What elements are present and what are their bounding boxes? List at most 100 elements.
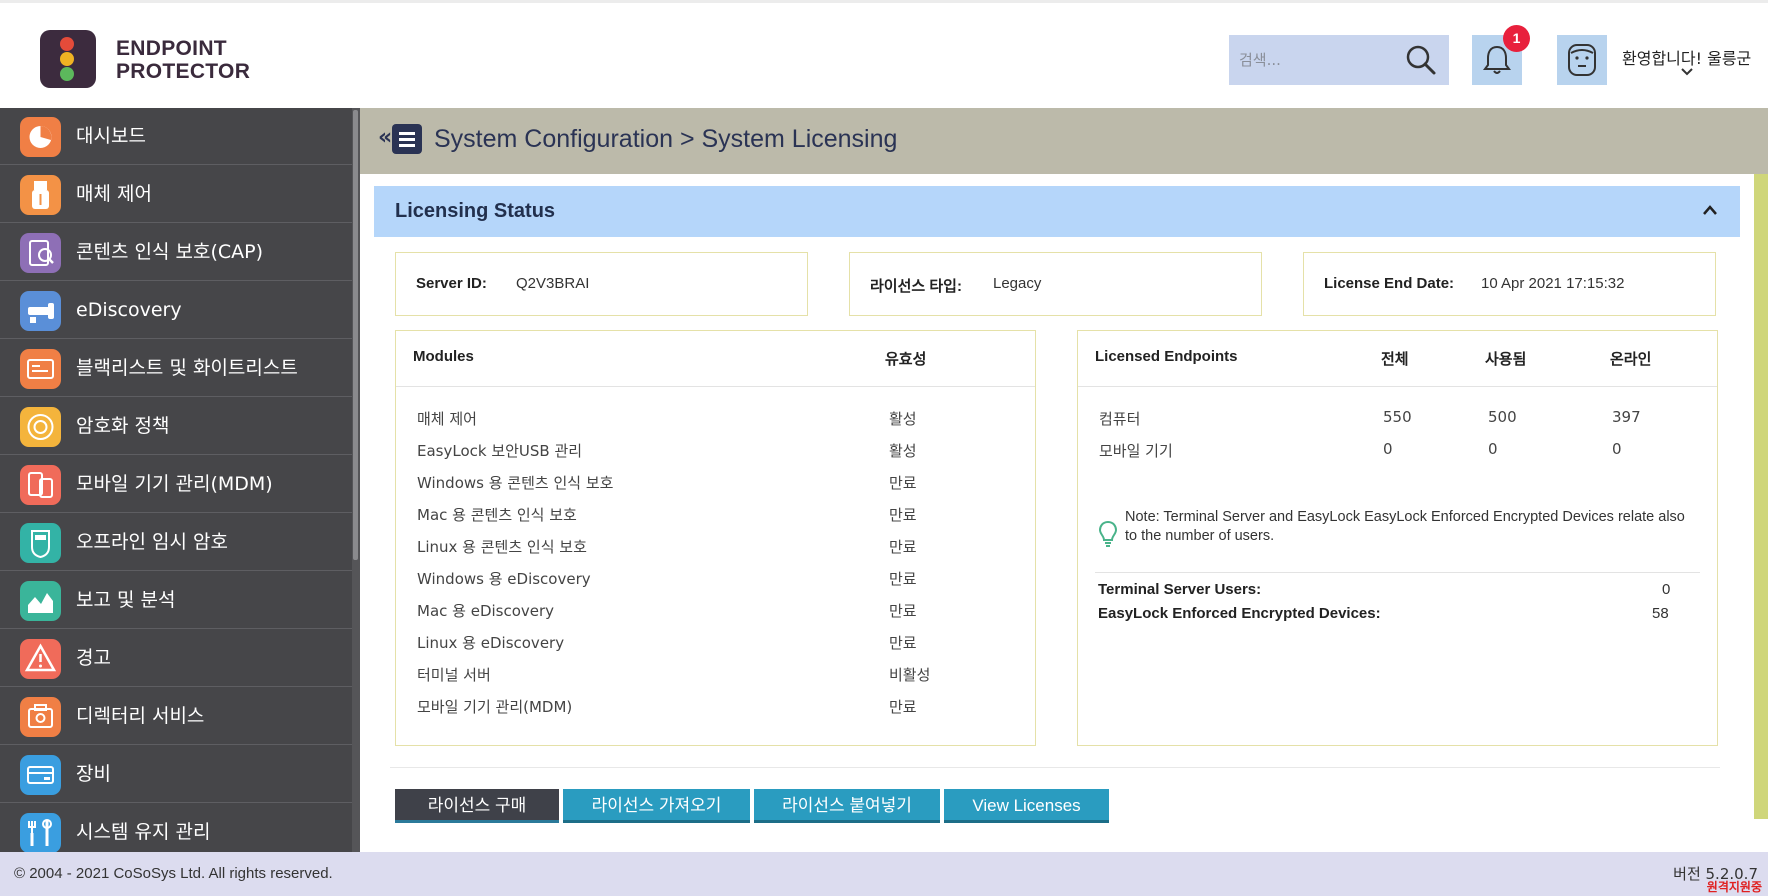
- offline-password-icon: [20, 523, 61, 563]
- module-status: 만료: [889, 570, 917, 588]
- sidebar-item-label: 오프라인 임시 암호: [76, 531, 228, 553]
- ediscovery-icon: [20, 291, 61, 331]
- module-status: 활성: [889, 410, 917, 428]
- sidebar-item-ediscovery[interactable]: eDiscovery: [0, 282, 352, 339]
- sidebar-item-label: 콘텐츠 인식 보호(CAP): [76, 241, 263, 263]
- directory-icon: [20, 697, 61, 737]
- sidebar-item-appliance[interactable]: 장비: [0, 746, 352, 803]
- chevron-down-icon[interactable]: [1680, 67, 1694, 77]
- endpoints-note: Note: Terminal Server and EasyLock EasyL…: [1125, 509, 1685, 544]
- encryption-icon: [20, 407, 61, 447]
- sidebar-item-device-control[interactable]: 매체 제어: [0, 166, 352, 223]
- sidebar-item-label: 디렉터리 서비스: [76, 705, 205, 727]
- license-end-date-label: License End Date:: [1324, 275, 1455, 292]
- search-input[interactable]: [1239, 43, 1399, 77]
- sidebar-nav: 대시보드 매체 제어 콘텐츠 인식 보호(CAP) eDiscovery 블랙리…: [0, 108, 352, 861]
- panel-title: Licensing Status: [395, 200, 556, 222]
- server-id-box: Server ID: Q2V3BRAI: [395, 252, 808, 316]
- import-license-button[interactable]: 라이선스 가져오기: [563, 789, 750, 823]
- endpoint-online: 397: [1612, 408, 1641, 426]
- sidebar-item-label: 보고 및 분석: [76, 589, 176, 611]
- brand-line-1: ENDPOINT: [116, 37, 227, 60]
- blacklist-icon: [20, 349, 61, 389]
- buy-license-button[interactable]: 라이선스 구매: [395, 789, 559, 823]
- license-end-date-box: License End Date: 10 Apr 2021 17:15:32: [1303, 252, 1716, 316]
- notification-count-badge: 1: [1503, 25, 1530, 52]
- endpoint-type: 모바일 기기: [1099, 442, 1173, 460]
- module-name: Linux 용 콘텐츠 인식 보호: [417, 538, 587, 556]
- easylock-devices-label: EasyLock Enforced Encrypted Devices:: [1098, 605, 1381, 622]
- logo-red-dot: [60, 37, 74, 51]
- module-name: 터미널 서버: [417, 666, 491, 684]
- chevron-up-icon[interactable]: [1702, 204, 1718, 216]
- content-scrollbar[interactable]: [1754, 174, 1768, 819]
- logo-yellow-dot: [60, 52, 74, 66]
- collapse-sidebar-button[interactable]: «: [378, 125, 392, 150]
- endpoint-protector-logo-icon[interactable]: [40, 30, 96, 88]
- module-name: 매체 제어: [417, 410, 477, 428]
- table-header-divider: [1078, 386, 1717, 387]
- brand-name[interactable]: ENDPOINT PROTECTOR: [116, 37, 250, 83]
- module-status: 만료: [889, 602, 917, 620]
- module-name: Mac 용 콘텐츠 인식 보호: [417, 506, 577, 524]
- validity-column-header: 유효성: [885, 351, 927, 368]
- sidebar-item-content-aware-protection[interactable]: 콘텐츠 인식 보호(CAP): [0, 224, 352, 281]
- breadcrumb: « System Configuration > System Licensin…: [360, 108, 1768, 174]
- appliance-icon: [20, 755, 61, 795]
- alert-icon: [20, 639, 61, 679]
- online-column-header: 온라인: [1610, 351, 1652, 368]
- logo-green-dot: [60, 67, 74, 81]
- license-type-box: 라이선스 타입: Legacy: [849, 252, 1262, 316]
- sidebar-item-label: 경고: [76, 647, 111, 669]
- total-column-header: 전체: [1381, 351, 1409, 368]
- sidebar-item-blacklists-whitelists[interactable]: 블랙리스트 및 화이트리스트: [0, 340, 352, 397]
- content-aware-icon: [20, 233, 61, 273]
- sidebar-item-mdm[interactable]: 모바일 기기 관리(MDM): [0, 456, 352, 513]
- used-column-header: 사용됨: [1485, 351, 1527, 368]
- sidebar-item-directory-services[interactable]: 디렉터리 서비스: [0, 688, 352, 745]
- dashboard-icon: [20, 117, 61, 157]
- user-face-icon: [1568, 44, 1596, 76]
- module-status: 만료: [889, 698, 917, 716]
- welcome-user-menu[interactable]: 환영합니다! 울릉군: [1622, 45, 1751, 69]
- module-name: EasyLock 보안USB 관리: [417, 442, 583, 460]
- server-id-label: Server ID:: [416, 275, 487, 292]
- footer: © 2004 - 2021 CoSoSys Ltd. All rights re…: [0, 852, 1768, 896]
- endpoint-online: 0: [1612, 440, 1622, 458]
- user-avatar[interactable]: [1557, 35, 1607, 85]
- sidebar-scrollbar-thumb[interactable]: [353, 110, 358, 560]
- sidebar-item-offline-temporary-password[interactable]: 오프라인 임시 암호: [0, 514, 352, 571]
- remote-support-indicator: 원격지원중: [1706, 880, 1762, 894]
- sidebar-item-encryption[interactable]: 암호화 정책: [0, 398, 352, 455]
- sidebar-item-alerts[interactable]: 경고: [0, 630, 352, 687]
- module-name: Windows 용 콘텐츠 인식 보호: [417, 474, 614, 492]
- sidebar-item-label: eDiscovery: [76, 299, 182, 321]
- endpoint-used: 500: [1488, 408, 1517, 426]
- menu-icon[interactable]: [392, 124, 422, 154]
- module-status: 만료: [889, 474, 917, 492]
- mobile-icon: [20, 465, 61, 505]
- server-id-value: Q2V3BRAI: [516, 275, 590, 292]
- module-status: 활성: [889, 442, 917, 460]
- sidebar-item-reports-analysis[interactable]: 보고 및 분석: [0, 572, 352, 629]
- sidebar-item-label: 매체 제어: [76, 183, 152, 205]
- module-name: 모바일 기기 관리(MDM): [417, 698, 573, 716]
- module-name: Windows 용 eDiscovery: [417, 570, 591, 588]
- search-icon[interactable]: [1403, 42, 1439, 78]
- module-status: 만료: [889, 538, 917, 556]
- sidebar-item-dashboard[interactable]: 대시보드: [0, 108, 352, 165]
- view-licenses-button[interactable]: View Licenses: [944, 789, 1109, 823]
- search-box: [1229, 35, 1449, 85]
- module-status: 비활성: [889, 666, 931, 684]
- table-header-divider: [396, 386, 1035, 387]
- terminal-server-users-label: Terminal Server Users:: [1098, 581, 1262, 598]
- sidebar-item-label: 장비: [76, 763, 111, 785]
- licensing-status-header[interactable]: Licensing Status: [374, 186, 1740, 237]
- license-end-date-value: 10 Apr 2021 17:15:32: [1481, 275, 1625, 292]
- module-status: 만료: [889, 506, 917, 524]
- terminal-server-users-value: 0: [1662, 581, 1671, 598]
- paste-license-button[interactable]: 라이선스 붙여넣기: [754, 789, 940, 823]
- maintenance-icon: [20, 813, 61, 853]
- endpoint-type: 컴퓨터: [1099, 410, 1141, 428]
- license-type-label: 라이선스 타입:: [870, 278, 962, 295]
